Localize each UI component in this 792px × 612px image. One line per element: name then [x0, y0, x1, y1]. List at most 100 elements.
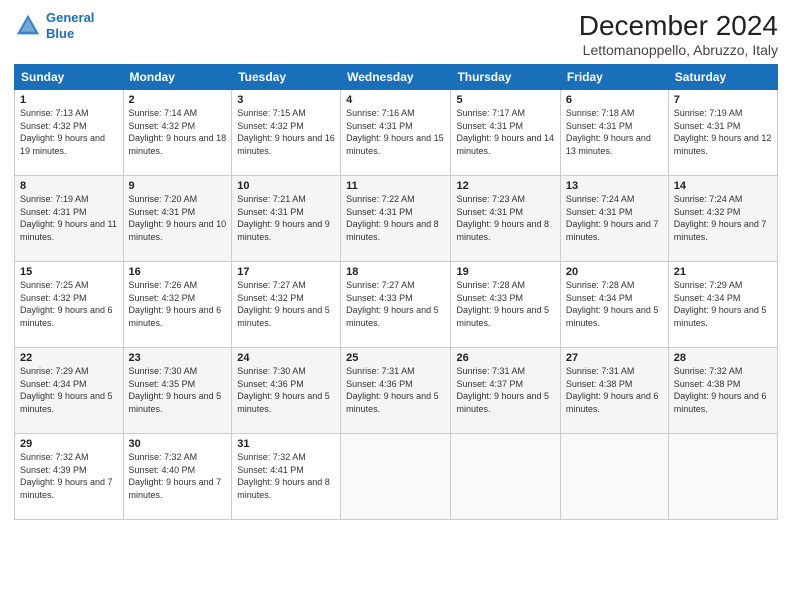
day-number: 8: [20, 180, 118, 192]
day-number: 28: [674, 352, 772, 364]
day-info: Sunrise: 7:30 AMSunset: 4:36 PMDaylight:…: [237, 365, 335, 415]
day-number: 15: [20, 266, 118, 278]
table-row: 3Sunrise: 7:15 AMSunset: 4:32 PMDaylight…: [232, 90, 341, 176]
day-info: Sunrise: 7:32 AMSunset: 4:40 PMDaylight:…: [129, 451, 227, 501]
table-row: 22Sunrise: 7:29 AMSunset: 4:34 PMDayligh…: [15, 348, 124, 434]
day-info: Sunrise: 7:14 AMSunset: 4:32 PMDaylight:…: [129, 107, 227, 157]
day-info: Sunrise: 7:20 AMSunset: 4:31 PMDaylight:…: [129, 193, 227, 243]
day-info: Sunrise: 7:32 AMSunset: 4:38 PMDaylight:…: [674, 365, 772, 415]
day-info: Sunrise: 7:32 AMSunset: 4:41 PMDaylight:…: [237, 451, 335, 501]
day-info: Sunrise: 7:28 AMSunset: 4:33 PMDaylight:…: [456, 279, 554, 329]
table-row: 5Sunrise: 7:17 AMSunset: 4:31 PMDaylight…: [451, 90, 560, 176]
table-row: 11Sunrise: 7:22 AMSunset: 4:31 PMDayligh…: [341, 176, 451, 262]
header: General Blue December 2024 Lettomanoppel…: [14, 10, 778, 58]
day-info: Sunrise: 7:13 AMSunset: 4:32 PMDaylight:…: [20, 107, 118, 157]
day-number: 26: [456, 352, 554, 364]
day-info: Sunrise: 7:27 AMSunset: 4:33 PMDaylight:…: [346, 279, 445, 329]
day-number: 3: [237, 94, 335, 106]
table-row: 17Sunrise: 7:27 AMSunset: 4:32 PMDayligh…: [232, 262, 341, 348]
table-row: 26Sunrise: 7:31 AMSunset: 4:37 PMDayligh…: [451, 348, 560, 434]
logo-blue: Blue: [46, 26, 94, 42]
day-number: 17: [237, 266, 335, 278]
table-row: 24Sunrise: 7:30 AMSunset: 4:36 PMDayligh…: [232, 348, 341, 434]
calendar-table: Sunday Monday Tuesday Wednesday Thursday…: [14, 64, 778, 520]
day-info: Sunrise: 7:28 AMSunset: 4:34 PMDaylight:…: [566, 279, 663, 329]
day-info: Sunrise: 7:16 AMSunset: 4:31 PMDaylight:…: [346, 107, 445, 157]
day-number: 1: [20, 94, 118, 106]
table-row: 18Sunrise: 7:27 AMSunset: 4:33 PMDayligh…: [341, 262, 451, 348]
day-info: Sunrise: 7:22 AMSunset: 4:31 PMDaylight:…: [346, 193, 445, 243]
page-title: December 2024: [579, 10, 778, 42]
day-info: Sunrise: 7:24 AMSunset: 4:32 PMDaylight:…: [674, 193, 772, 243]
day-info: Sunrise: 7:27 AMSunset: 4:32 PMDaylight:…: [237, 279, 335, 329]
logo-icon: [14, 12, 42, 40]
table-row: 30Sunrise: 7:32 AMSunset: 4:40 PMDayligh…: [123, 434, 232, 520]
day-number: 31: [237, 438, 335, 450]
page-subtitle: Lettomanoppello, Abruzzo, Italy: [579, 42, 778, 58]
table-row: 9Sunrise: 7:20 AMSunset: 4:31 PMDaylight…: [123, 176, 232, 262]
calendar-week-row: 29Sunrise: 7:32 AMSunset: 4:39 PMDayligh…: [15, 434, 778, 520]
table-row: 23Sunrise: 7:30 AMSunset: 4:35 PMDayligh…: [123, 348, 232, 434]
day-number: 14: [674, 180, 772, 192]
day-info: Sunrise: 7:29 AMSunset: 4:34 PMDaylight:…: [674, 279, 772, 329]
day-info: Sunrise: 7:23 AMSunset: 4:31 PMDaylight:…: [456, 193, 554, 243]
table-row: [451, 434, 560, 520]
day-number: 10: [237, 180, 335, 192]
day-number: 11: [346, 180, 445, 192]
day-number: 6: [566, 94, 663, 106]
table-row: 25Sunrise: 7:31 AMSunset: 4:36 PMDayligh…: [341, 348, 451, 434]
table-row: 16Sunrise: 7:26 AMSunset: 4:32 PMDayligh…: [123, 262, 232, 348]
table-row: 12Sunrise: 7:23 AMSunset: 4:31 PMDayligh…: [451, 176, 560, 262]
calendar-week-row: 8Sunrise: 7:19 AMSunset: 4:31 PMDaylight…: [15, 176, 778, 262]
day-number: 25: [346, 352, 445, 364]
day-number: 24: [237, 352, 335, 364]
day-info: Sunrise: 7:31 AMSunset: 4:36 PMDaylight:…: [346, 365, 445, 415]
day-info: Sunrise: 7:30 AMSunset: 4:35 PMDaylight:…: [129, 365, 227, 415]
table-row: 13Sunrise: 7:24 AMSunset: 4:31 PMDayligh…: [560, 176, 668, 262]
calendar-week-row: 1Sunrise: 7:13 AMSunset: 4:32 PMDaylight…: [15, 90, 778, 176]
day-info: Sunrise: 7:21 AMSunset: 4:31 PMDaylight:…: [237, 193, 335, 243]
logo-general: General: [46, 10, 94, 25]
table-row: 4Sunrise: 7:16 AMSunset: 4:31 PMDaylight…: [341, 90, 451, 176]
col-saturday: Saturday: [668, 65, 777, 90]
day-number: 27: [566, 352, 663, 364]
col-sunday: Sunday: [15, 65, 124, 90]
calendar-week-row: 15Sunrise: 7:25 AMSunset: 4:32 PMDayligh…: [15, 262, 778, 348]
title-block: December 2024 Lettomanoppello, Abruzzo, …: [579, 10, 778, 58]
day-number: 9: [129, 180, 227, 192]
day-info: Sunrise: 7:31 AMSunset: 4:38 PMDaylight:…: [566, 365, 663, 415]
calendar-week-row: 22Sunrise: 7:29 AMSunset: 4:34 PMDayligh…: [15, 348, 778, 434]
day-info: Sunrise: 7:25 AMSunset: 4:32 PMDaylight:…: [20, 279, 118, 329]
table-row: [341, 434, 451, 520]
day-info: Sunrise: 7:18 AMSunset: 4:31 PMDaylight:…: [566, 107, 663, 157]
logo-text: General Blue: [46, 10, 94, 41]
day-number: 5: [456, 94, 554, 106]
table-row: 28Sunrise: 7:32 AMSunset: 4:38 PMDayligh…: [668, 348, 777, 434]
day-info: Sunrise: 7:29 AMSunset: 4:34 PMDaylight:…: [20, 365, 118, 415]
day-number: 13: [566, 180, 663, 192]
day-number: 19: [456, 266, 554, 278]
col-friday: Friday: [560, 65, 668, 90]
logo: General Blue: [14, 10, 94, 41]
table-row: 21Sunrise: 7:29 AMSunset: 4:34 PMDayligh…: [668, 262, 777, 348]
day-number: 22: [20, 352, 118, 364]
table-row: 31Sunrise: 7:32 AMSunset: 4:41 PMDayligh…: [232, 434, 341, 520]
day-number: 18: [346, 266, 445, 278]
page: General Blue December 2024 Lettomanoppel…: [0, 0, 792, 612]
table-row: 6Sunrise: 7:18 AMSunset: 4:31 PMDaylight…: [560, 90, 668, 176]
col-monday: Monday: [123, 65, 232, 90]
table-row: [668, 434, 777, 520]
day-number: 20: [566, 266, 663, 278]
col-wednesday: Wednesday: [341, 65, 451, 90]
day-number: 12: [456, 180, 554, 192]
day-info: Sunrise: 7:26 AMSunset: 4:32 PMDaylight:…: [129, 279, 227, 329]
table-row: 7Sunrise: 7:19 AMSunset: 4:31 PMDaylight…: [668, 90, 777, 176]
day-info: Sunrise: 7:32 AMSunset: 4:39 PMDaylight:…: [20, 451, 118, 501]
day-info: Sunrise: 7:19 AMSunset: 4:31 PMDaylight:…: [20, 193, 118, 243]
table-row: 10Sunrise: 7:21 AMSunset: 4:31 PMDayligh…: [232, 176, 341, 262]
table-row: [560, 434, 668, 520]
day-number: 7: [674, 94, 772, 106]
day-number: 23: [129, 352, 227, 364]
day-info: Sunrise: 7:15 AMSunset: 4:32 PMDaylight:…: [237, 107, 335, 157]
table-row: 8Sunrise: 7:19 AMSunset: 4:31 PMDaylight…: [15, 176, 124, 262]
